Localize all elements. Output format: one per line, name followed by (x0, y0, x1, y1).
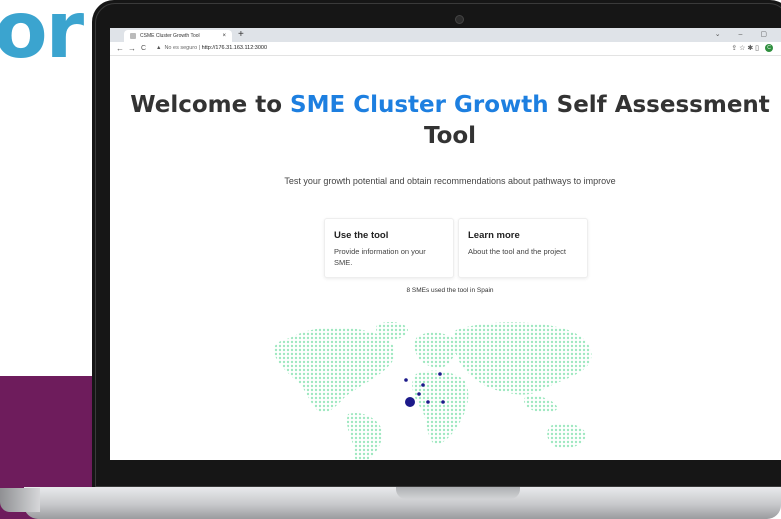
laptop-base-left-edge (0, 488, 40, 512)
card-title: Learn more (468, 230, 520, 241)
page-title: Welcome to SME Cluster Growth Self Asses… (130, 90, 770, 152)
map-marker[interactable] (404, 378, 408, 382)
address-bar[interactable]: ▲ No es seguro | http://176.31.163.112:30… (156, 43, 676, 54)
reload-button[interactable]: C (141, 42, 146, 55)
map-marker[interactable] (441, 400, 445, 404)
world-map (273, 322, 592, 460)
toolbar-icons: ⇪ ☆ ✱ ▯ C (731, 42, 773, 55)
camera-icon (455, 15, 464, 24)
continents (273, 322, 592, 460)
url-text: http://176.31.163.112:3000 (201, 45, 268, 51)
back-button[interactable]: ← (116, 42, 124, 55)
browser-tab[interactable]: CSME Cluster Growth Tool × (124, 30, 232, 42)
learn-more-card[interactable]: Learn more About the tool and the projec… (458, 218, 588, 278)
map-marker[interactable] (405, 397, 415, 407)
europe (414, 332, 458, 368)
forward-button[interactable]: → (128, 42, 136, 55)
toolbar-extension-icons[interactable]: ⇪ ☆ ✱ ▯ (731, 45, 759, 52)
australia (547, 423, 586, 449)
browser-tab-bar: CSME Cluster Growth Tool × + ⌄ – ▢ (110, 28, 781, 42)
new-tab-button[interactable]: + (238, 28, 244, 42)
tab-close-button[interactable]: × (222, 30, 226, 42)
page-subtitle: Test your growth potential and obtain re… (284, 176, 616, 186)
title-prefix: Welcome to (130, 92, 291, 118)
north-america (273, 327, 395, 413)
laptop-opening-notch (396, 487, 520, 499)
card-description: About the tool and the project (468, 247, 566, 256)
warning-icon: ▲ (156, 45, 162, 51)
favicon-icon (130, 33, 136, 39)
southeast-asia (524, 395, 558, 413)
card-title: Use the tool (334, 230, 389, 241)
asia (453, 322, 592, 395)
map-marker[interactable] (421, 383, 425, 387)
security-label: No es seguro (164, 45, 198, 51)
tab-title: CSME Cluster Growth Tool (140, 33, 200, 39)
laptop-screen: CSME Cluster Growth Tool × + ⌄ – ▢ ← → C… (110, 28, 781, 460)
window-controls[interactable]: ⌄ – ▢ (715, 28, 775, 42)
africa (412, 370, 469, 445)
card-description: Provide information on your SME. (334, 247, 426, 267)
map-marker[interactable] (426, 400, 430, 404)
usage-count-text: 8 SMEs used the tool in Spain (406, 287, 494, 294)
profile-avatar[interactable]: C (765, 44, 773, 53)
title-accent: SME Cluster Growth (290, 92, 549, 118)
background-heading-fragment: or (0, 0, 84, 76)
map-marker[interactable] (417, 392, 421, 396)
south-america (346, 413, 383, 460)
browser-toolbar: ← → C ▲ No es seguro | http://176.31.163.… (110, 42, 781, 56)
use-tool-card[interactable]: Use the tool Provide information on your… (324, 218, 454, 278)
map-marker[interactable] (438, 372, 442, 376)
